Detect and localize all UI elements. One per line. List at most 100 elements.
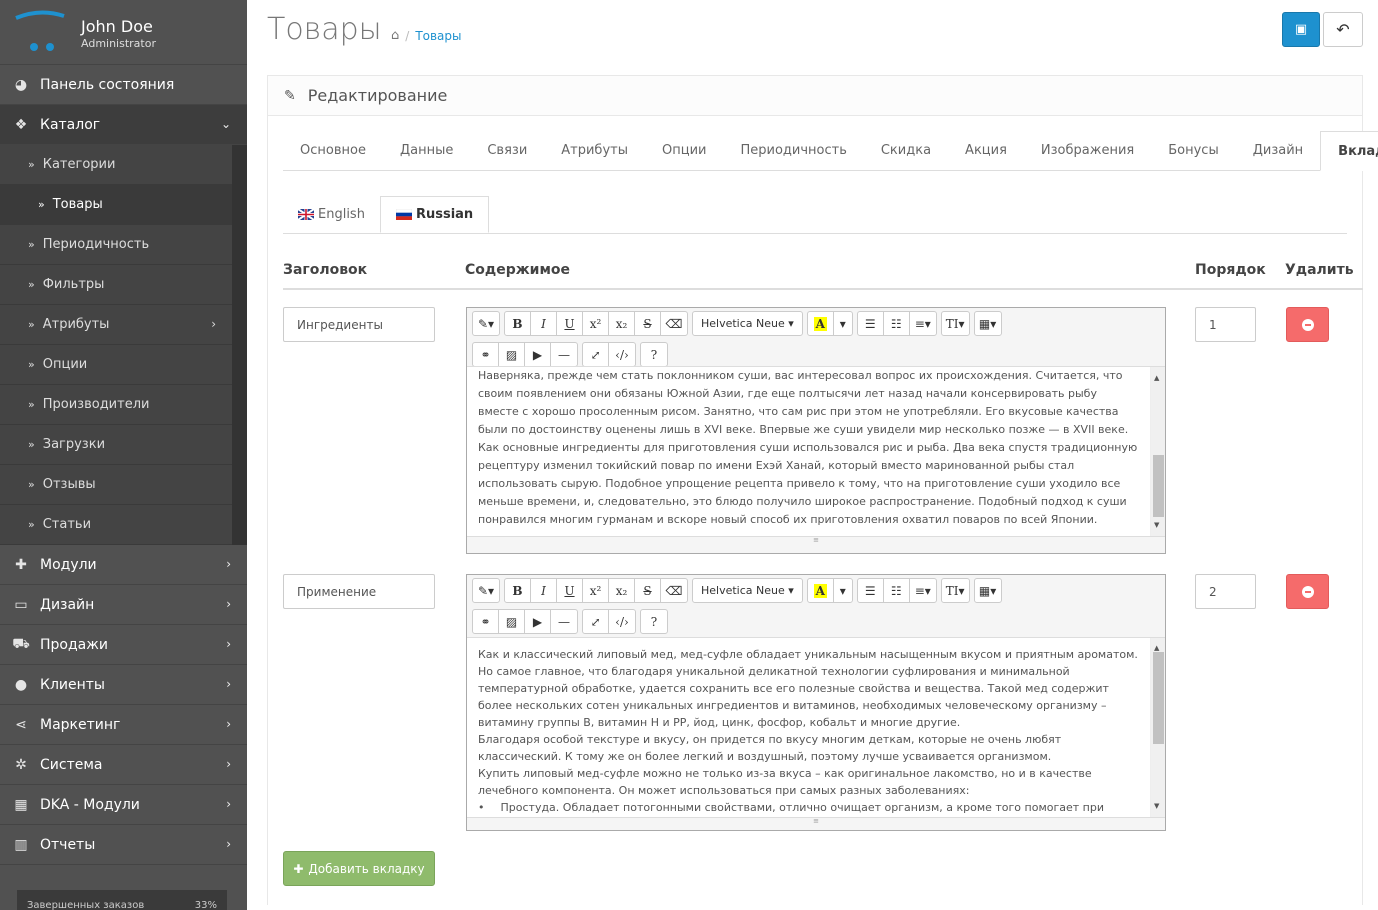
sidebar-item-options[interactable]: » Опции	[0, 345, 232, 385]
sidebar-item-recurring[interactable]: » Периодичность	[0, 225, 232, 265]
line-height-dropdown[interactable]: TI▾	[940, 578, 970, 603]
tab-images[interactable]: Изображения	[1024, 131, 1151, 171]
sidebar-item-catalog[interactable]: ❖ Каталог ⌄	[0, 105, 247, 145]
editor-resize-handle[interactable]: ≡	[467, 536, 1165, 544]
sidebar-item-marketing[interactable]: ⋖ Маркетинг ›	[0, 705, 247, 745]
font-family-dropdown[interactable]: Helvetica Neue ▾	[692, 311, 803, 336]
text-color-button[interactable]: A	[808, 579, 834, 602]
magic-wand-icon[interactable]: ✎▾	[473, 579, 499, 602]
italic-button[interactable]: I	[531, 579, 557, 602]
subscript-button[interactable]: x₂	[609, 312, 635, 335]
editor-resize-handle[interactable]: ≡	[467, 817, 1165, 825]
tab-data[interactable]: Данные	[383, 131, 470, 171]
numbered-list-icon[interactable]: ☷	[884, 312, 910, 335]
sidebar-item-products[interactable]: » Товары	[0, 185, 232, 225]
delete-tab-button[interactable]	[1286, 574, 1329, 609]
tab-title-input[interactable]: Применение	[283, 574, 435, 609]
superscript-button[interactable]: x²	[583, 579, 609, 602]
sidebar-item-dka-modules[interactable]: ▦ DKA - Модули ›	[0, 785, 247, 825]
code-view-icon[interactable]: ‹/›	[609, 343, 635, 366]
tab-discount[interactable]: Скидка	[864, 131, 948, 171]
superscript-button[interactable]: x²	[583, 312, 609, 335]
tab-general[interactable]: Основное	[283, 131, 383, 171]
sidebar-item-reports[interactable]: ▥ Отчеты ›	[0, 825, 247, 865]
sidebar-item-categories[interactable]: » Категории	[0, 145, 232, 185]
sidebar-item-articles[interactable]: » Статьи	[0, 505, 232, 545]
eraser-icon[interactable]: ⌫	[661, 579, 687, 602]
delete-tab-button[interactable]	[1286, 307, 1329, 342]
hr-icon[interactable]: —	[551, 610, 577, 633]
back-button[interactable]: ↶	[1323, 12, 1363, 47]
editor-content[interactable]: Как и классический липовый мед, мед-суфл…	[467, 637, 1165, 817]
lang-tab-english[interactable]: English	[283, 196, 380, 233]
fullscreen-icon[interactable]: ⤢	[583, 610, 609, 633]
editor-scrollbar[interactable]: ▲ ▼	[1150, 638, 1165, 817]
fullscreen-icon[interactable]: ⤢	[583, 343, 609, 366]
image-icon[interactable]: ▨	[499, 610, 525, 633]
table-dropdown[interactable]: ▦▾	[973, 311, 1002, 336]
editor-scrollbar[interactable]: ▲ ▼	[1150, 367, 1165, 536]
tab-links[interactable]: Связи	[470, 131, 544, 171]
numbered-list-icon[interactable]: ☷	[884, 579, 910, 602]
magic-wand-icon[interactable]: ✎▾	[473, 312, 499, 335]
sidebar-item-reviews[interactable]: » Отзывы	[0, 465, 232, 505]
line-height-dropdown[interactable]: TI▾	[940, 311, 970, 336]
underline-button[interactable]: U	[557, 579, 583, 602]
editor-content[interactable]: Наверняка, прежде чем стать поклонником …	[467, 366, 1165, 536]
link-icon[interactable]: ⚭	[473, 610, 499, 633]
sidebar-item-label: Опции	[42, 357, 88, 372]
italic-button[interactable]: I	[531, 312, 557, 335]
underline-button[interactable]: U	[557, 312, 583, 335]
user-profile[interactable]: John Doe Administrator	[0, 0, 247, 65]
sidebar-item-system[interactable]: ✲ Система ›	[0, 745, 247, 785]
tab-reward[interactable]: Бонусы	[1151, 131, 1235, 171]
sidebar-item-attributes[interactable]: » Атрибуты ›	[0, 305, 232, 345]
sidebar-item-manufacturers[interactable]: » Производители	[0, 385, 232, 425]
lang-tab-russian[interactable]: Russian	[379, 196, 490, 233]
tab-recurring[interactable]: Периодичность	[723, 131, 863, 171]
bold-button[interactable]: B	[505, 312, 531, 335]
sidebar-item-sales[interactable]: ⛟ Продажи ›	[0, 625, 247, 665]
table-dropdown[interactable]: ▦▾	[973, 578, 1002, 603]
font-family-dropdown[interactable]: Helvetica Neue ▾	[692, 578, 803, 603]
text-color-button[interactable]: A	[808, 312, 834, 335]
sidebar-item-modules[interactable]: ✚ Модули ›	[0, 545, 247, 585]
video-icon[interactable]: ▶	[525, 343, 551, 366]
code-view-icon[interactable]: ‹/›	[609, 610, 635, 633]
tab-special[interactable]: Акция	[948, 131, 1024, 171]
order-input[interactable]: 2	[1195, 574, 1256, 609]
sidebar-item-dashboard[interactable]: ◕ Панель состояния	[0, 65, 247, 105]
sidebar-item-design[interactable]: ▭ Дизайн ›	[0, 585, 247, 625]
link-icon[interactable]: ⚭	[473, 343, 499, 366]
bullet-list-icon[interactable]: ☰	[858, 312, 884, 335]
eraser-icon[interactable]: ⌫	[661, 312, 687, 335]
tab-options[interactable]: Опции	[645, 131, 723, 171]
align-dropdown[interactable]: ≡▾	[910, 579, 936, 602]
color-dropdown[interactable]: ▾	[834, 312, 852, 335]
video-icon[interactable]: ▶	[525, 610, 551, 633]
image-icon[interactable]: ▨	[499, 343, 525, 366]
help-icon[interactable]: ?	[641, 610, 667, 633]
home-icon[interactable]: ⌂	[391, 28, 399, 43]
bullet-list-icon[interactable]: ☰	[858, 579, 884, 602]
align-dropdown[interactable]: ≡▾	[910, 312, 936, 335]
add-tab-button[interactable]: ✚ Добавить вкладку	[283, 851, 435, 886]
breadcrumb-link-products[interactable]: Товары	[415, 29, 461, 43]
order-input[interactable]: 1	[1195, 307, 1256, 342]
color-dropdown[interactable]: ▾	[834, 579, 852, 602]
hr-icon[interactable]: —	[551, 343, 577, 366]
strikethrough-button[interactable]: S	[635, 312, 661, 335]
double-chevron-icon: »	[28, 318, 35, 331]
tab-title-input[interactable]: Ингредиенты	[283, 307, 435, 342]
sidebar-item-customers[interactable]: ● Клиенты ›	[0, 665, 247, 705]
strikethrough-button[interactable]: S	[635, 579, 661, 602]
tab-custom-tabs[interactable]: Вкладки	[1320, 131, 1378, 171]
tab-attributes[interactable]: Атрибуты	[544, 131, 645, 171]
subscript-button[interactable]: x₂	[609, 579, 635, 602]
tab-design[interactable]: Дизайн	[1236, 131, 1320, 171]
sidebar-item-filters[interactable]: » Фильтры	[0, 265, 232, 305]
save-button[interactable]: ▣	[1282, 12, 1320, 47]
sidebar-item-downloads[interactable]: » Загрузки	[0, 425, 232, 465]
bold-button[interactable]: B	[505, 579, 531, 602]
help-icon[interactable]: ?	[641, 343, 667, 366]
